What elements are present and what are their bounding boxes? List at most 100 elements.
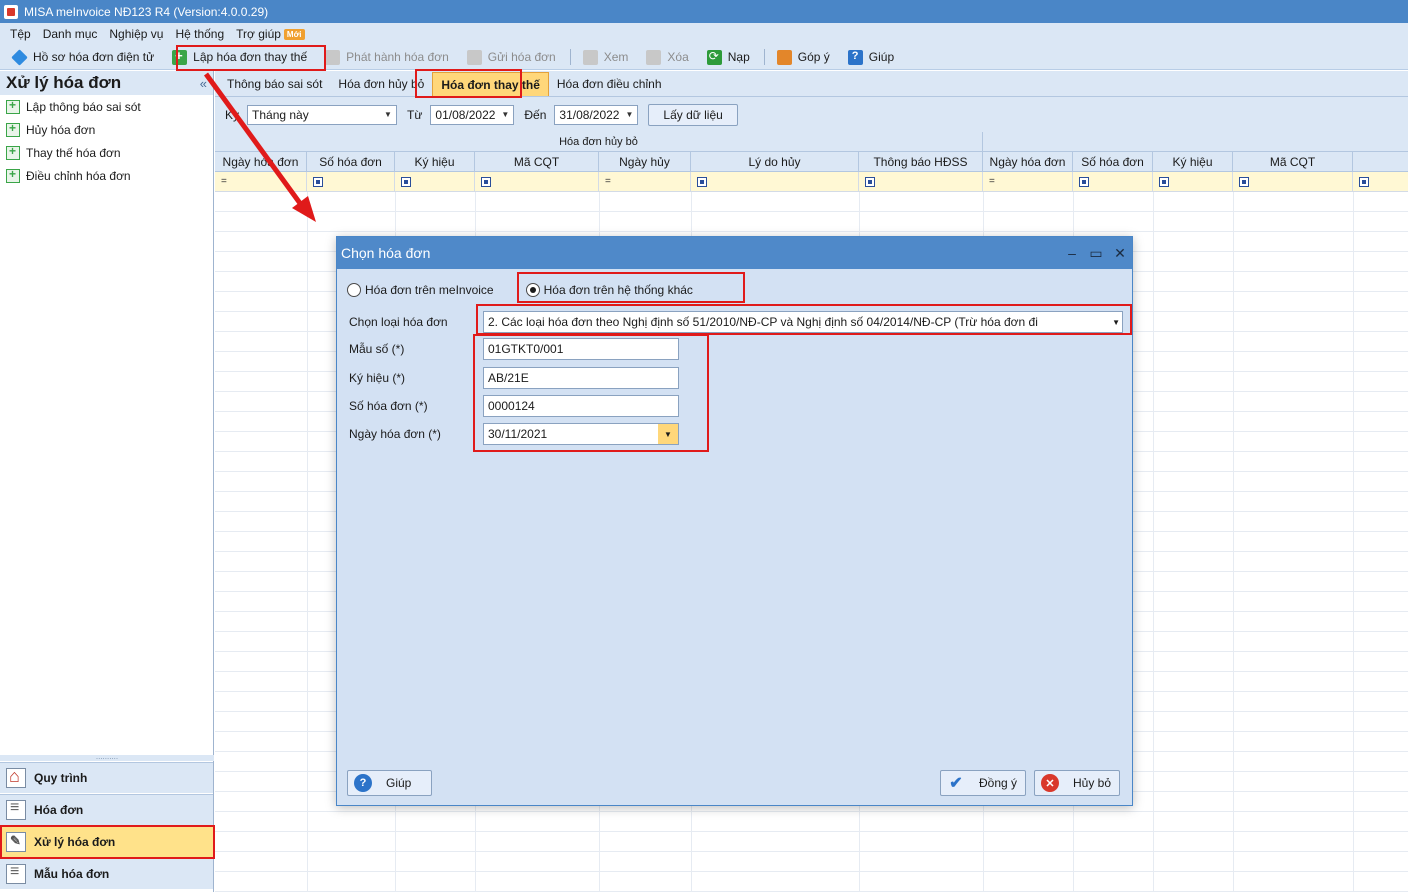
left-panel-header: Xử lý hóa đơn « (0, 71, 213, 95)
create-replacement-button[interactable]: Lập hóa đơn thay thế (168, 47, 311, 68)
menu-file[interactable]: Tệp (10, 27, 31, 41)
filter-cell[interactable] (395, 172, 475, 191)
symbol-label: Ký hiệu (*) (349, 371, 406, 385)
add-document-icon (172, 48, 188, 65)
col-cancel-reason[interactable]: Lý do hủy (691, 152, 859, 171)
collapse-icon[interactable]: « (200, 76, 207, 91)
maximize-icon[interactable]: ▭ (1084, 245, 1108, 262)
grid-divider (1153, 192, 1154, 892)
symbol-row: Ký hiệu (*) AB/21E (349, 367, 679, 389)
invoice-profile-button[interactable]: Hồ sơ hóa đơn điện tử (8, 47, 158, 68)
help-button[interactable]: Giúp (844, 47, 898, 68)
filter-cell[interactable] (1353, 172, 1408, 191)
chevron-down-icon: ▼ (1112, 317, 1120, 327)
invoice-number-label: Số hóa đơn (*) (349, 399, 428, 413)
left-item-adjust-invoice[interactable]: Điều chỉnh hóa đơn (0, 164, 213, 187)
tab-adjustment-invoices[interactable]: Hóa đơn điều chỉnh (549, 72, 670, 96)
period-select[interactable]: Tháng này ▼ (247, 104, 398, 125)
filter-cell[interactable] (691, 172, 859, 191)
delete-button[interactable]: Xóa (642, 47, 692, 68)
chevron-down-icon[interactable]: ▼ (658, 424, 678, 444)
feedback-label: Góp ý (797, 50, 830, 64)
menu-help[interactable]: Trợ giúp Mới (236, 27, 305, 41)
send-invoice-button[interactable]: Gửi hóa đơn (463, 47, 560, 68)
grid-divider (1353, 192, 1354, 892)
filter-cell[interactable]: = (215, 172, 307, 191)
filter-cell[interactable]: = (983, 172, 1073, 191)
invoice-profile-label: Hồ sơ hóa đơn điện tử (33, 50, 155, 64)
col-tax-code[interactable]: Mã CQT (475, 152, 599, 171)
view-button[interactable]: Xem (579, 47, 633, 68)
filter-cell[interactable] (307, 172, 395, 191)
filter-cell[interactable] (1073, 172, 1153, 191)
filter-cell[interactable] (1153, 172, 1233, 191)
nav-invoice-templates[interactable]: Mẫu hóa đơn (0, 858, 213, 889)
col-error-notice[interactable]: Thông báo HĐSS (859, 152, 983, 171)
form-template-input[interactable]: 01GTKT0/001 (483, 338, 679, 360)
tab-error-notices[interactable]: Thông báo sai sót (219, 72, 330, 96)
left-item-cancel-invoice[interactable]: Hủy hóa đơn (0, 118, 213, 141)
period-value: Tháng này (252, 107, 309, 122)
filter-cell[interactable]: = (599, 172, 691, 191)
col-tax-code-2[interactable]: Mã CQT (1233, 152, 1353, 171)
to-label: Đến (524, 107, 547, 122)
refresh-icon (706, 49, 722, 65)
issue-invoice-button[interactable]: Phát hành hóa đơn (321, 47, 453, 68)
view-icon (582, 49, 598, 65)
symbol-input[interactable]: AB/21E (483, 367, 679, 389)
filter-icon (1239, 176, 1249, 187)
tab-replacement-invoices[interactable]: Hóa đơn thay thế (432, 72, 549, 96)
col-invoice-date[interactable]: Ngày hóa đơn (215, 152, 307, 171)
col-invoice-number[interactable]: Số hóa đơn (307, 152, 395, 171)
group-empty (983, 132, 1408, 151)
menu-catalog[interactable]: Danh mục (43, 27, 98, 41)
nav-invoices[interactable]: Hóa đơn (0, 794, 213, 825)
window-title: MISA meInvoice NĐ123 R4 (Version:4.0.0.2… (24, 4, 269, 19)
nav-invoice-processing[interactable]: Xử lý hóa đơn (0, 826, 213, 857)
left-item-error-notice[interactable]: Lập thông báo sai sót (0, 95, 213, 118)
minimize-icon[interactable]: – (1060, 245, 1084, 261)
radio-other-system-label: Hóa đơn trên hệ thống khác (543, 283, 693, 297)
col-filler (1353, 152, 1408, 171)
invoice-number-input[interactable]: 0000124 (483, 395, 679, 417)
nav-workflow[interactable]: Quy trình (0, 762, 213, 793)
left-item-replace-invoice[interactable]: Thay thế hóa đơn (0, 141, 213, 164)
panel-splitter[interactable]: .......... (0, 753, 214, 761)
invoice-date-picker[interactable]: 30/11/2021 ▼ (483, 423, 679, 445)
close-icon[interactable]: ✕ (1108, 245, 1132, 262)
dialog-cancel-button[interactable]: ✕ Hủy bỏ (1034, 770, 1120, 796)
fetch-data-button[interactable]: Lấy dữ liệu (648, 103, 738, 126)
to-date-picker[interactable]: 31/08/2022 ▼ (554, 104, 639, 125)
filter-cell[interactable] (1233, 172, 1353, 191)
source-radio-group: Hóa đơn trên meInvoice Hóa đơn trên hệ t… (347, 283, 725, 297)
grid-group-header: Hóa đơn hủy bỏ (215, 132, 1408, 152)
dialog-help-button[interactable]: ? Giúp (347, 770, 432, 796)
col-invoice-date-2[interactable]: Ngày hóa đơn (983, 152, 1073, 171)
dialog-title: Chọn hóa đơn (341, 245, 431, 261)
tab-cancelled-invoices[interactable]: Hóa đơn hủy bỏ (330, 72, 432, 96)
add-document-icon (6, 121, 20, 137)
dialog-title-bar: Chọn hóa đơn – ▭ ✕ (337, 237, 1132, 269)
radio-meinvoice[interactable]: Hóa đơn trên meInvoice (347, 283, 494, 297)
menu-system[interactable]: Hệ thống (175, 27, 224, 41)
col-symbol[interactable]: Ký hiệu (395, 152, 475, 171)
reload-button[interactable]: Nạp (703, 47, 754, 68)
app-logo-icon (4, 4, 18, 19)
period-label: Kỳ (225, 107, 240, 122)
filter-cell[interactable] (475, 172, 599, 191)
dialog-ok-label: Đồng ý (979, 776, 1018, 790)
from-date-picker[interactable]: 01/08/2022 ▼ (430, 104, 515, 125)
send-icon (466, 49, 482, 65)
menu-operations[interactable]: Nghiệp vụ (109, 27, 163, 41)
invoice-type-select[interactable]: 2. Các loại hóa đơn theo Nghị định số 51… (483, 311, 1123, 333)
radio-button-selected (525, 283, 540, 297)
create-replacement-label: Lập hóa đơn thay thế (193, 50, 308, 64)
col-cancel-date[interactable]: Ngày hủy (599, 152, 691, 171)
filter-cell[interactable] (859, 172, 983, 191)
feedback-button[interactable]: Góp ý (773, 47, 834, 68)
invoice-type-value: 2. Các loại hóa đơn theo Nghị định số 51… (488, 315, 1038, 329)
radio-other-system[interactable]: Hóa đơn trên hệ thống khác (525, 283, 693, 297)
col-invoice-number-2[interactable]: Số hóa đơn (1073, 152, 1153, 171)
col-symbol-2[interactable]: Ký hiệu (1153, 152, 1233, 171)
dialog-ok-button[interactable]: ✔ Đồng ý (940, 770, 1026, 796)
